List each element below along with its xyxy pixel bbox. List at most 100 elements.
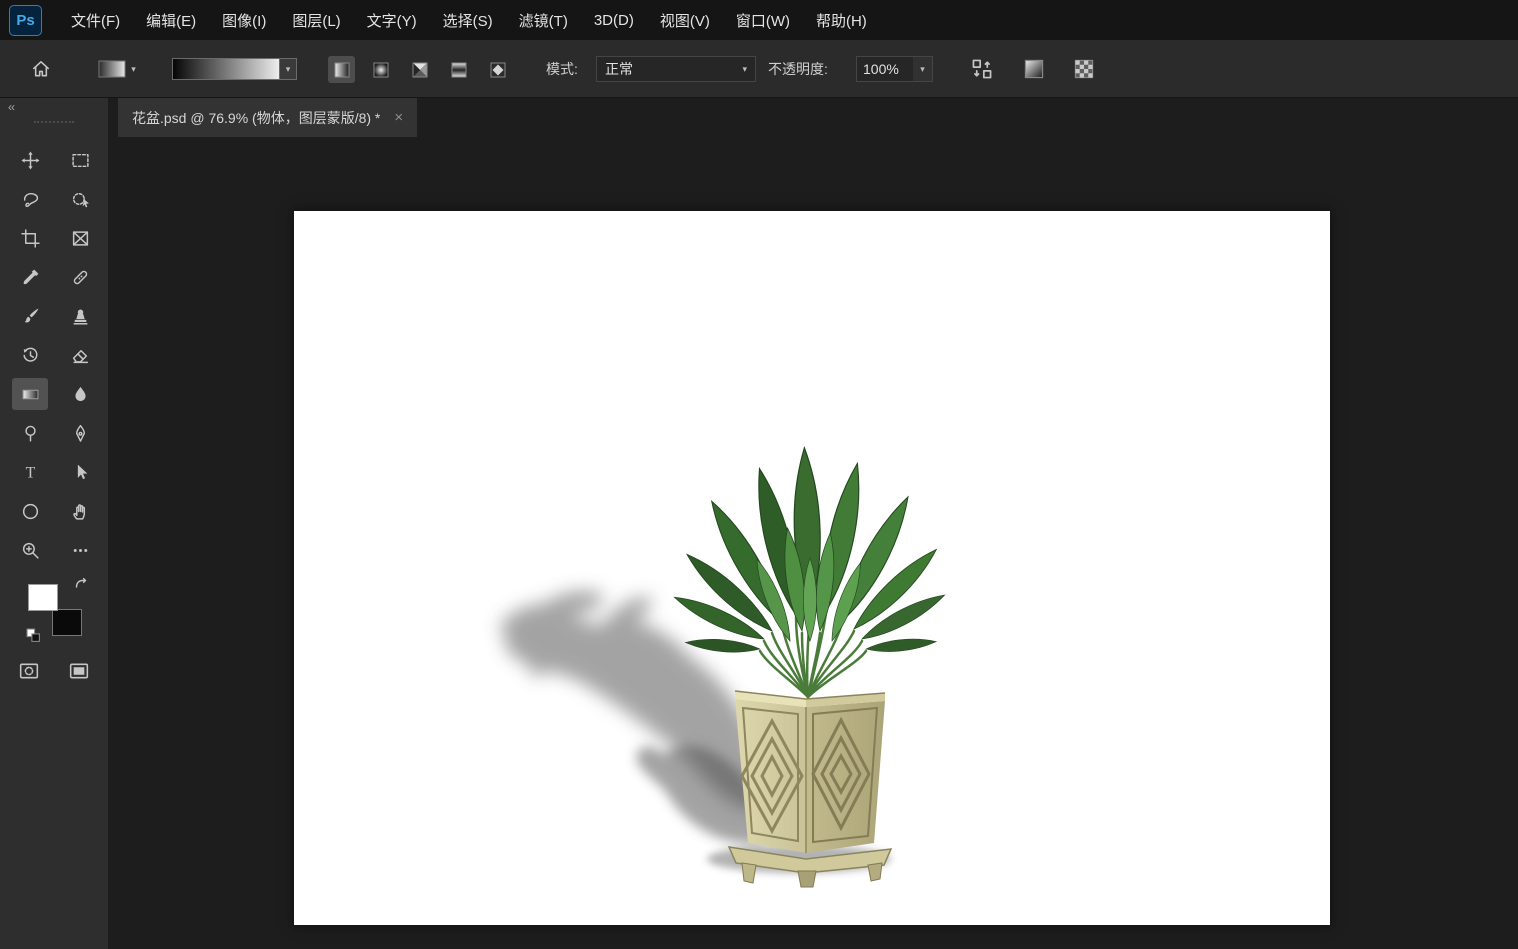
lasso-tool-icon <box>23 192 38 207</box>
dodge-tool-icon <box>24 425 36 442</box>
screen-mode-button[interactable] <box>62 656 96 686</box>
reverse-gradient-button[interactable] <box>966 53 998 85</box>
tool-ellipse-shape[interactable] <box>12 495 48 527</box>
menu-view[interactable]: 视图(V) <box>647 0 723 40</box>
photoshop-logo-text: Ps <box>16 11 35 29</box>
document-tab-title: 花盆.psd @ 76.9% (物体，图层蒙版/8) * <box>132 109 381 126</box>
marquee-tool-icon <box>71 153 89 167</box>
blur-tool-icon <box>74 386 86 401</box>
opacity-input[interactable] <box>856 56 914 82</box>
hand-tool-icon <box>72 503 85 520</box>
menu-filter[interactable]: 滤镜(T) <box>506 0 581 40</box>
menu-layer[interactable]: 图层(L) <box>279 0 353 40</box>
chevron-down-icon: ▾ <box>920 63 925 74</box>
menu-select[interactable]: 选择(S) <box>430 0 506 40</box>
tool-crop[interactable] <box>12 222 48 254</box>
tool-frame[interactable] <box>62 222 98 254</box>
quick-mask-button[interactable] <box>12 656 46 686</box>
plant-leaves <box>670 446 949 656</box>
dither-icon <box>1024 59 1044 79</box>
tool-blur[interactable] <box>62 378 98 410</box>
angle-gradient-icon <box>412 62 427 77</box>
pen-tool-icon <box>75 424 85 442</box>
tab-close-icon[interactable]: × <box>394 109 403 126</box>
eyedropper-tool-icon <box>23 269 38 284</box>
menu-3d[interactable]: 3D(D) <box>581 0 647 40</box>
menu-file[interactable]: 文件(F) <box>58 0 133 40</box>
eraser-tool-icon <box>72 349 88 363</box>
tool-history-brush[interactable] <box>12 339 48 371</box>
reflected-gradient-button[interactable] <box>445 56 472 83</box>
document-canvas[interactable] <box>294 211 1330 925</box>
tool-brush[interactable] <box>12 300 48 332</box>
options-bar: ▾ ▾ 模式: 正常 ▾ 不透明度: 100% ▾ <box>0 40 1518 98</box>
type-tool-icon: T <box>25 464 35 481</box>
default-colors-icon <box>26 628 40 642</box>
gradient-tool-icon <box>22 389 38 399</box>
path-selection-tool-icon <box>77 464 87 479</box>
tool-spot-healing-brush[interactable] <box>62 261 98 293</box>
menu-help[interactable]: 帮助(H) <box>803 0 880 40</box>
chevron-down-icon: ▾ <box>285 63 291 74</box>
tool-hand[interactable] <box>62 495 98 527</box>
photoshop-logo[interactable]: Ps <box>9 4 42 36</box>
tool-eraser[interactable] <box>62 339 98 371</box>
tool-type[interactable]: T <box>12 456 48 488</box>
background-color-swatch[interactable] <box>52 609 82 636</box>
collapse-panel-button[interactable]: ‹‹ <box>8 100 15 114</box>
menu-edit[interactable]: 编辑(E) <box>133 0 209 40</box>
healing-brush-tool-icon <box>73 270 87 284</box>
menu-image[interactable]: 图像(I) <box>209 0 279 40</box>
home-button[interactable] <box>26 54 56 84</box>
transparency-button[interactable] <box>1068 53 1100 85</box>
foreground-color-swatch[interactable] <box>28 584 58 611</box>
dither-button[interactable] <box>1018 53 1050 85</box>
history-brush-tool-icon <box>22 347 37 362</box>
crop-tool-icon <box>20 228 40 248</box>
canvas-workspace[interactable] <box>108 137 1518 949</box>
tool-object-selection[interactable] <box>62 183 98 215</box>
frame-tool-icon <box>72 230 88 246</box>
gradient-preview[interactable] <box>172 58 280 80</box>
tool-lasso[interactable] <box>12 183 48 215</box>
tool-pen[interactable] <box>62 417 98 449</box>
tool-preset-gradient-icon <box>98 60 126 78</box>
brush-tool-icon <box>24 308 38 322</box>
reflected-gradient-icon <box>451 62 466 77</box>
tool-preset-picker[interactable]: ▾ <box>88 56 146 82</box>
diamond-gradient-icon <box>490 62 505 77</box>
opacity-stepper[interactable]: ▾ <box>913 56 933 82</box>
tool-dodge[interactable] <box>12 417 48 449</box>
tool-gradient[interactable] <box>12 378 48 410</box>
zoom-tool-icon <box>22 542 39 559</box>
mode-value: 正常 <box>605 61 633 77</box>
linear-gradient-button[interactable] <box>328 56 355 83</box>
clone-stamp-tool-icon <box>73 309 87 325</box>
swap-colors-icon <box>75 577 87 588</box>
tool-rectangular-marquee[interactable] <box>62 144 98 176</box>
tab-bar: 花盆.psd @ 76.9% (物体，图层蒙版/8) * × <box>108 98 1518 137</box>
reverse-gradient-icon <box>972 59 992 79</box>
tool-path-selection[interactable] <box>62 456 98 488</box>
tool-move[interactable] <box>12 144 48 176</box>
more-tools-icon <box>73 548 87 552</box>
move-tool-icon <box>21 151 39 169</box>
tool-clone-stamp[interactable] <box>62 300 98 332</box>
default-colors-button[interactable] <box>26 628 42 644</box>
radial-gradient-button[interactable] <box>367 56 394 83</box>
menu-window[interactable]: 窗口(W) <box>723 0 803 40</box>
angle-gradient-button[interactable] <box>406 56 433 83</box>
tool-zoom[interactable] <box>12 534 48 566</box>
home-icon <box>33 61 49 77</box>
mode-select[interactable]: 正常 ▾ <box>596 56 756 82</box>
tool-more-tools[interactable] <box>62 534 98 566</box>
swap-colors-button[interactable] <box>74 577 92 595</box>
panel-grip-handle[interactable] <box>34 121 74 123</box>
document-tab[interactable]: 花盆.psd @ 76.9% (物体，图层蒙版/8) * × <box>118 98 418 137</box>
diamond-gradient-button[interactable] <box>484 56 511 83</box>
menu-type[interactable]: 文字(Y) <box>354 0 430 40</box>
quick-mask-icon <box>19 663 39 679</box>
tool-panel: ‹‹ T <box>0 98 108 949</box>
gradient-picker-chevron[interactable]: ▾ <box>280 58 297 80</box>
tool-eyedropper[interactable] <box>12 261 48 293</box>
